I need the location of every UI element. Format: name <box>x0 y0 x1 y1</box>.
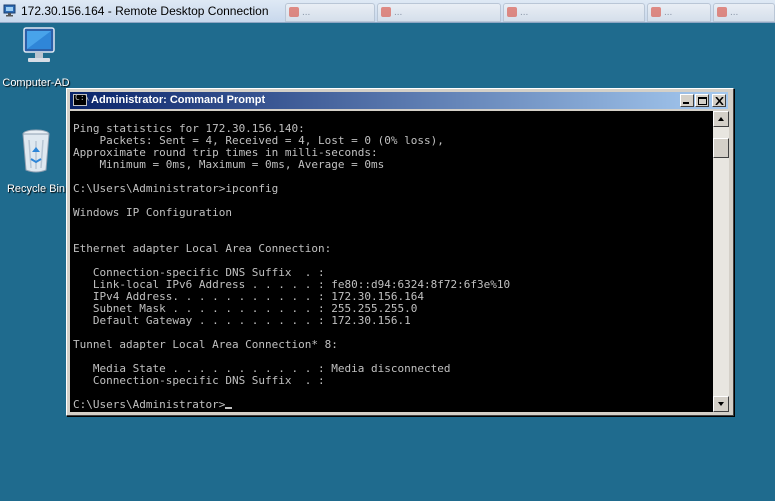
computer-icon <box>23 27 55 62</box>
page-icon <box>651 7 661 17</box>
recycle-bin-icon <box>22 129 50 173</box>
console-line: Default Gateway . . . . . . . . . : 172.… <box>73 314 411 327</box>
minimize-icon <box>683 102 689 104</box>
page-icon <box>507 7 517 17</box>
console-line: Tunnel adapter Local Area Connection* 8: <box>73 338 338 351</box>
page-icon <box>289 7 299 17</box>
console-line: Connection-specific DNS Suffix . : <box>73 374 325 387</box>
background-tab[interactable]: ... <box>285 3 375 22</box>
background-tab[interactable]: ... <box>503 3 645 22</box>
command-prompt-window[interactable]: C:\ Administrator: Command Prompt Ping s… <box>66 88 734 416</box>
minimize-button[interactable] <box>680 94 694 107</box>
scroll-down-button[interactable] <box>713 396 729 412</box>
desktop-icon-label: Computer-AD <box>2 77 70 89</box>
console-line: Ethernet adapter Local Area Connection: <box>73 242 332 255</box>
background-tab[interactable]: ... <box>377 3 501 22</box>
maximize-icon <box>698 97 707 105</box>
console-line: C:\Users\Administrator>ipconfig <box>73 182 279 195</box>
arrow-up-icon <box>718 117 724 121</box>
window-title: Administrator: Command Prompt <box>91 94 266 106</box>
scroll-up-button[interactable] <box>713 111 729 127</box>
console-line: Windows IP Configuration <box>73 206 232 219</box>
arrow-down-icon <box>718 402 724 406</box>
console-prompt: C:\Users\Administrator> <box>73 398 226 411</box>
remote-desktop-icon <box>3 4 16 17</box>
console-line: Minimum = 0ms, Maximum = 0ms, Average = … <box>73 158 385 171</box>
close-icon <box>715 97 724 105</box>
command-prompt-icon[interactable]: C:\ <box>73 93 89 106</box>
scrollbar-thumb[interactable] <box>713 138 729 158</box>
close-button[interactable] <box>712 94 726 107</box>
vertical-scrollbar[interactable] <box>713 111 729 412</box>
maximize-button[interactable] <box>695 94 709 107</box>
page-icon <box>717 7 727 17</box>
remote-desktop-title: 172.30.156.164 - Remote Desktop Connecti… <box>21 4 269 18</box>
text-cursor <box>225 407 233 409</box>
remote-desktop-title-bar[interactable]: 172.30.156.164 - Remote Desktop Connecti… <box>0 0 775 23</box>
desktop-icon-computer[interactable]: Computer-AD <box>0 24 72 89</box>
background-tab[interactable]: ... <box>713 3 775 22</box>
console-prompt-line[interactable]: C:\Users\Administrator> <box>73 398 233 411</box>
desktop-icon-recycle-bin[interactable]: Recycle Bin <box>0 126 72 195</box>
desktop-icon-label: Recycle Bin <box>6 183 66 195</box>
window-title-bar[interactable]: C:\ Administrator: Command Prompt <box>70 92 728 109</box>
background-tab[interactable]: ... <box>647 3 711 22</box>
console-output[interactable]: Ping statistics for 172.30.156.140: Pack… <box>70 111 713 412</box>
page-icon <box>381 7 391 17</box>
